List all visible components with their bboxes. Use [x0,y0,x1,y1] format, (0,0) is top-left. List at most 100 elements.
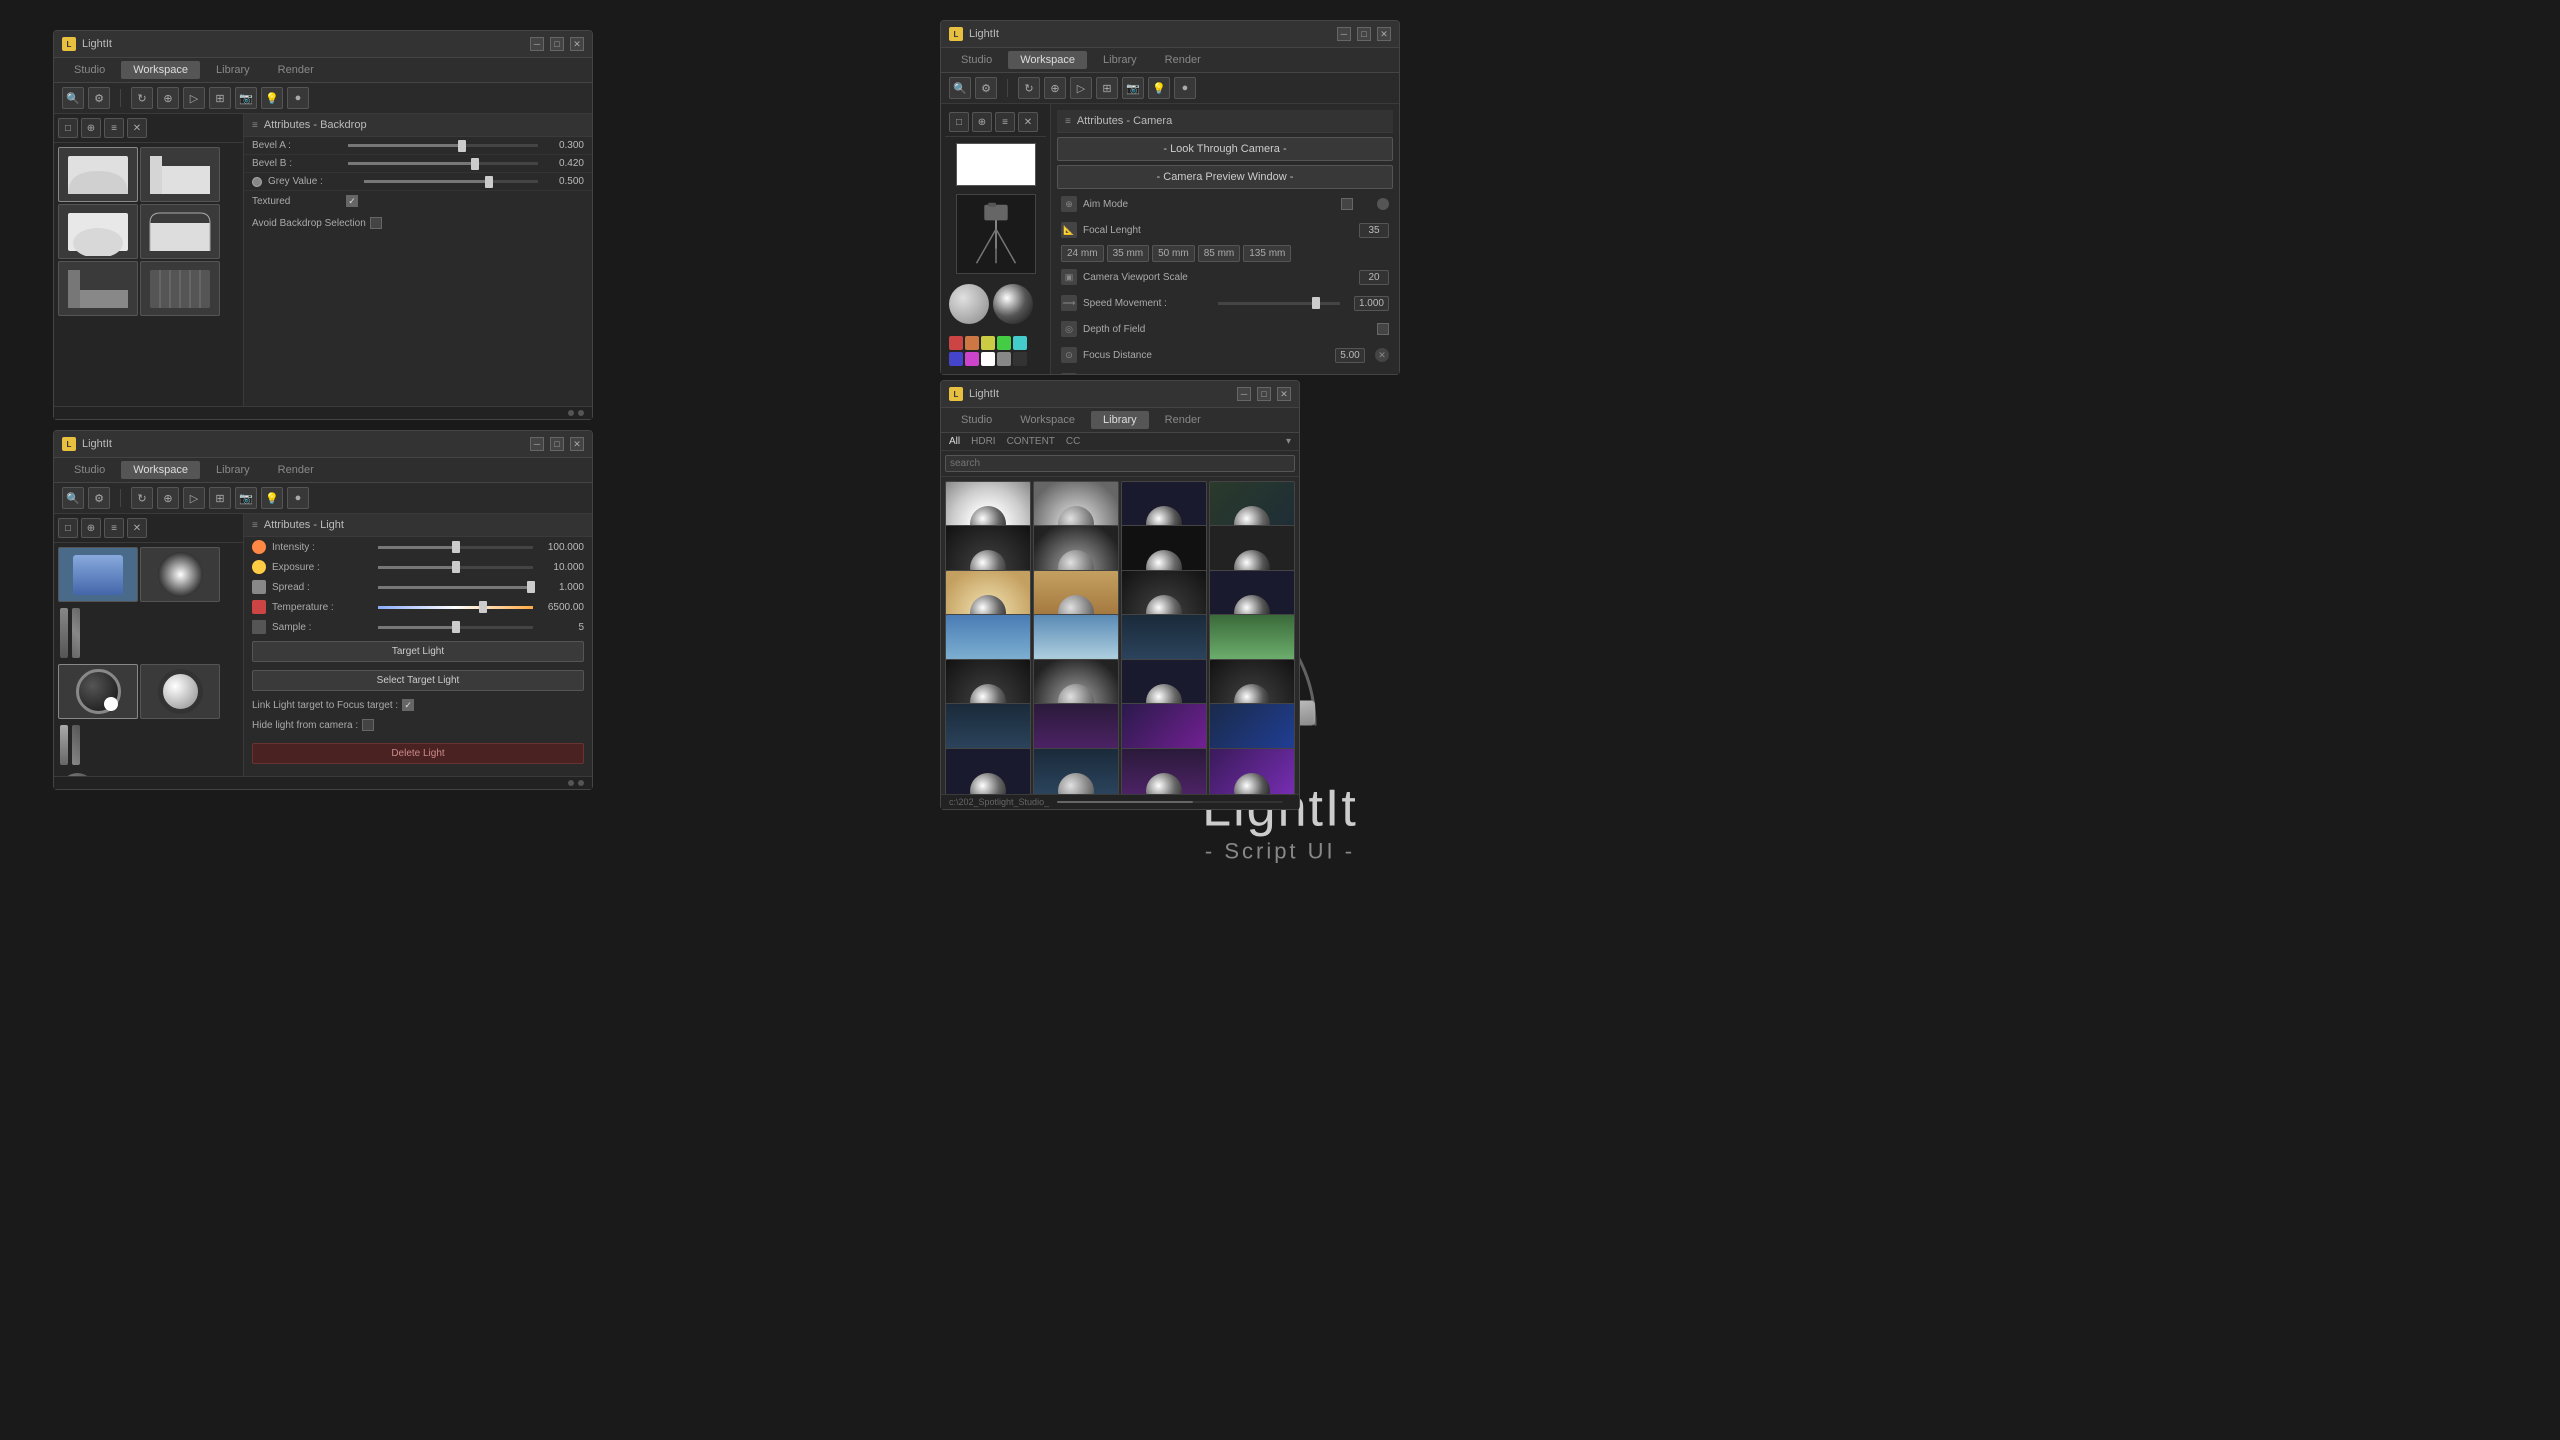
bevel-b-thumb[interactable] [471,158,479,170]
exposure-slider[interactable] [378,566,533,569]
cam-tab-workspace[interactable]: Workspace [1008,51,1087,69]
sidebar-tool-1[interactable]: □ [58,118,78,138]
focal-35[interactable]: 35 mm [1107,245,1150,262]
dof-checkbox[interactable] [1377,323,1389,335]
focal-135[interactable]: 135 mm [1243,245,1291,262]
swatch-dark[interactable] [1013,352,1027,366]
focus-value[interactable]: 5.00 [1335,348,1365,363]
backdrop-thumb-1[interactable] [58,147,138,202]
backdrop-thumb-2[interactable] [140,147,220,202]
cam-tool-play[interactable]: ▷ [1070,77,1092,99]
light-sidebar-tool-3[interactable]: ≡ [104,518,124,538]
light-tool-add[interactable]: ⊕ [157,487,179,509]
light-maximize-btn[interactable]: □ [550,437,564,451]
lib-type-cc[interactable]: CC [1062,435,1084,448]
light-stick-4[interactable] [72,725,80,765]
swatch-grey[interactable] [997,352,1011,366]
lib-type-all[interactable]: All [945,435,964,448]
temp-thumb[interactable] [479,601,487,613]
hide-camera-checkbox[interactable] [362,719,374,731]
aim-checkbox[interactable] [1341,198,1353,210]
target-light-btn[interactable]: Target Light [252,641,584,662]
exposure-thumb[interactable] [452,561,460,573]
cam-sidebar-tool-1[interactable]: □ [949,112,969,132]
light-minimize-btn[interactable]: ─ [530,437,544,451]
light-tool-cam[interactable]: 📷 [235,487,257,509]
speed-slider[interactable] [1218,302,1339,305]
bevel-b-slider[interactable] [348,162,538,165]
tool-add[interactable]: ↻ [131,87,153,109]
camera-close-btn[interactable]: ✕ [1377,27,1391,41]
swatch-red[interactable] [949,336,963,350]
light-tool-2[interactable]: ⚙ [88,487,110,509]
lib-item-26[interactable] [1033,748,1119,794]
lib-tab-library[interactable]: Library [1091,411,1149,429]
light-tool-grid[interactable]: ⊞ [209,487,231,509]
cam-sidebar-tool-4[interactable]: ✕ [1018,112,1038,132]
cam-tool-1[interactable]: 🔍 [949,77,971,99]
sample-thumb[interactable] [452,621,460,633]
light-thumb-ring[interactable] [140,664,220,719]
spread-slider[interactable] [378,586,533,589]
cam-tool-mat[interactable]: ● [1174,77,1196,99]
light-tab-library[interactable]: Library [204,461,262,479]
focal-24[interactable]: 24 mm [1061,245,1104,262]
intensity-slider[interactable] [378,546,533,549]
focus-reset[interactable]: ✕ [1375,348,1389,362]
sidebar-tool-3[interactable]: ≡ [104,118,124,138]
cam-tool-bulb[interactable]: 💡 [1148,77,1170,99]
light-tool-bulb[interactable]: 💡 [261,487,283,509]
tab-render[interactable]: Render [266,61,326,79]
cam-tool-add[interactable]: ⊕ [1044,77,1066,99]
light-tool-mat[interactable]: ● [287,487,309,509]
swatch-yellow[interactable] [981,336,995,350]
temp-slider[interactable] [378,606,533,609]
tab-library[interactable]: Library [204,61,262,79]
aim-dot[interactable] [1377,198,1389,210]
camera-minimize-btn[interactable]: ─ [1337,27,1351,41]
sidebar-tool-4[interactable]: ✕ [127,118,147,138]
light-tool-1[interactable]: 🔍 [62,487,84,509]
grey-slider[interactable] [364,180,538,183]
light-tab-studio[interactable]: Studio [62,461,117,479]
backdrop-thumb-6[interactable] [140,261,220,316]
tool-rotate[interactable]: ▷ [183,87,205,109]
cam-tab-studio[interactable]: Studio [949,51,1004,69]
light-thumb-dark[interactable] [58,664,138,719]
link-target-checkbox[interactable]: ✓ [402,699,414,711]
library-minimize-btn[interactable]: ─ [1237,387,1251,401]
focal-50[interactable]: 50 mm [1152,245,1195,262]
sidebar-tool-2[interactable]: ⊕ [81,118,101,138]
light-thumb-round[interactable] [140,547,220,602]
light-thumb-area[interactable] [58,547,138,602]
delete-light-btn[interactable]: Delete Light [252,743,584,764]
sample-slider[interactable] [378,626,533,629]
light-tool-play[interactable]: ▷ [183,487,205,509]
swatch-purple[interactable] [965,352,979,366]
cam-tool-2[interactable]: ⚙ [975,77,997,99]
swatch-blue[interactable] [949,352,963,366]
bevel-a-slider[interactable] [348,144,538,147]
swatch-cyan[interactable] [1013,336,1027,350]
light-tab-workspace[interactable]: Workspace [121,461,200,479]
cam-tab-library[interactable]: Library [1091,51,1149,69]
lib-item-28[interactable] [1209,748,1295,794]
speed-thumb[interactable] [1312,297,1320,309]
cam-tab-render[interactable]: Render [1153,51,1213,69]
grey-thumb[interactable] [485,176,493,188]
swatch-orange[interactable] [965,336,979,350]
light-sidebar-tool-4[interactable]: ✕ [127,518,147,538]
cam-tool-grid[interactable]: ⊞ [1096,77,1118,99]
camera-preview-btn[interactable]: - Camera Preview Window - [1057,165,1393,189]
viewport-value[interactable]: 20 [1359,270,1389,285]
cam-white-swatch[interactable] [956,143,1036,186]
tab-studio[interactable]: Studio [62,61,117,79]
aperture-value[interactable]: 0.0 [1359,374,1389,375]
light-tool-refresh[interactable]: ↻ [131,487,153,509]
close-btn[interactable]: ✕ [570,37,584,51]
grey-radio[interactable] [252,177,262,187]
tool-settings[interactable]: ⚙ [88,87,110,109]
avoid-backdrop-checkbox[interactable] [370,217,382,229]
swatch-green[interactable] [997,336,1011,350]
light-sidebar-tool-2[interactable]: ⊕ [81,518,101,538]
